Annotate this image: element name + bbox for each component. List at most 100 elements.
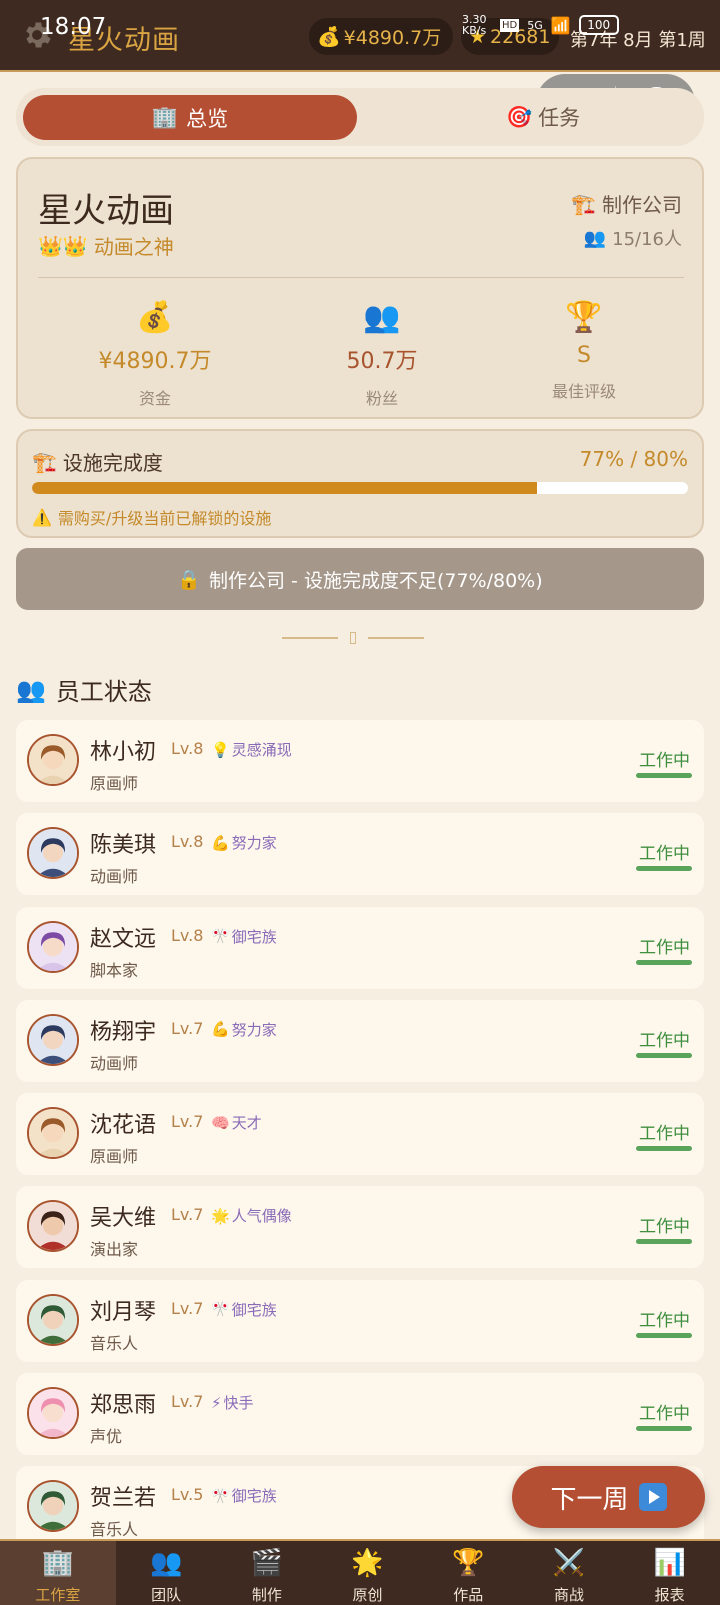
play-icon (638, 1483, 667, 1511)
nav-item-2[interactable]: 🎬 制作 (217, 1541, 318, 1605)
employee-row[interactable]: 吴大维 Lv.7 🌟 人气偶像 演出家 工作中 (16, 1186, 704, 1269)
employee-trait: ⚡ 快手 (211, 1392, 254, 1413)
employee-status-bar (636, 959, 692, 965)
employee-trait: 💪 努力家 (211, 1019, 277, 1040)
nav-item-3[interactable]: 🌟 原创 (317, 1541, 418, 1605)
employee-role: 动画师 (90, 867, 139, 887)
company-card: 星火动画 👑👑 动画之神 🏗️ 制作公司 👥 15/16人 💰 ¥4890.7万… (16, 157, 704, 419)
facility-percent: 77% / 80% (579, 447, 688, 471)
trait-icon: 🎌 (211, 1486, 230, 1505)
employee-trait: 💡 灵感涌现 (211, 739, 292, 760)
employee-name: 陈美琪 (90, 833, 157, 859)
nav-label: 原创 (352, 1586, 383, 1604)
employee-row[interactable]: 赵文远 Lv.8 🎌 御宅族 脚本家 工作中 (16, 906, 704, 989)
tab-tasks[interactable]: 🎯 任务 (506, 102, 580, 132)
employee-role: 原画师 (90, 1147, 139, 1167)
people-icon: 👥 (583, 227, 607, 249)
trait-label: 人气偶像 (231, 1207, 292, 1226)
employee-level: Lv.8 (171, 739, 204, 758)
trait-icon: ⚡ (211, 1393, 222, 1412)
trait-label: 御宅族 (231, 1487, 277, 1506)
employee-trait: 🎌 御宅族 (211, 1485, 277, 1506)
stat-fans-value: 50.7万 (346, 349, 418, 374)
people-icon: 👥 (16, 675, 46, 704)
nav-item-0[interactable]: 🏢 工作室 (0, 1541, 116, 1605)
employee-status: 工作中 (639, 1310, 690, 1331)
employee-avatar (27, 1293, 79, 1346)
company-type: 🏗️ 制作公司 (571, 189, 682, 218)
stat-best-rating: 🏆 S 最佳评级 (484, 297, 684, 402)
upgrade-locked-banner[interactable]: 🔒 制作公司 - 设施完成度不足(77%/80%) (16, 548, 704, 610)
employee-avatar (27, 1480, 79, 1533)
main-tabs: 🏢 总览 🎯 任务 (16, 88, 704, 146)
trait-label: 灵感涌现 (231, 741, 292, 759)
lock-icon: 🔒 (177, 568, 202, 591)
trait-icon: 💪 (211, 833, 230, 852)
employee-row[interactable]: 林小初 Lv.8 💡 灵感涌现 原画师 工作中 (16, 720, 704, 802)
employee-level: Lv.7 (171, 1112, 204, 1132)
facility-card: 🏗️ 设施完成度 77% / 80% ⚠️ 需购买/升级当前已解锁的设施 (16, 429, 704, 538)
employee-name: 沈花语 (90, 1113, 157, 1139)
company-title: 👑👑 动画之神 (38, 231, 174, 260)
trait-icon: 🌟 (211, 1206, 230, 1225)
stat-funds-value: ¥4890.7万 (98, 349, 212, 374)
tab-overview[interactable]: 🏢 总览 (23, 95, 357, 140)
trait-icon: 🎌 (211, 927, 230, 946)
nav-item-6[interactable]: 📊 报表 (619, 1541, 720, 1605)
signal-label: 5G (527, 18, 543, 32)
facility-title: 🏗️ 设施完成度 (32, 447, 163, 476)
trait-label: 努力家 (231, 1020, 277, 1039)
nav-item-4[interactable]: 🏆 作品 (418, 1541, 519, 1605)
employee-status: 工作中 (639, 1124, 690, 1145)
employee-row[interactable]: 刘月琴 Lv.7 🎌 御宅族 音乐人 工作中 (16, 1279, 704, 1362)
employee-trait: 💪 努力家 (211, 832, 277, 853)
staff-count-value: 15/16人 (612, 229, 682, 250)
employee-status-bar (636, 866, 692, 872)
employee-level: Lv.7 (171, 1298, 204, 1318)
trait-icon: 💡 (211, 740, 230, 759)
tab-tasks-label: 任务 (538, 106, 581, 130)
employee-name: 杨翔宇 (90, 1019, 157, 1045)
lock-banner-text: 制作公司 - 设施完成度不足(77%/80%) (209, 569, 543, 592)
nav-item-1[interactable]: 👥 团队 (116, 1541, 217, 1605)
stat-fans-label: 粉丝 (365, 389, 398, 408)
employee-level: Lv.7 (171, 1392, 204, 1412)
trait-label: 御宅族 (231, 1300, 277, 1319)
employee-name: 吴大维 (90, 1206, 157, 1232)
employee-role: 音乐人 (90, 1333, 139, 1353)
bottom-nav: 🏢 工作室 👥 团队 🎬 制作 🌟 原创 🏆 作品 ⚔️ 商战 📊 报表 (0, 1539, 720, 1605)
next-week-label: 下一周 (550, 1484, 629, 1515)
company-type-label: 制作公司 (602, 193, 682, 217)
next-week-button[interactable]: 下一周 (512, 1466, 705, 1528)
building-icon: 🏢 (151, 105, 179, 129)
employee-trait: 🎌 御宅族 (211, 1299, 277, 1320)
employee-status-bar (636, 1332, 692, 1338)
trait-icon: 🧠 (211, 1113, 230, 1132)
employee-name: 贺兰若 (90, 1486, 157, 1512)
employee-row[interactable]: 杨翔宇 Lv.7 💪 努力家 动画师 工作中 (16, 999, 704, 1082)
employee-row[interactable]: 沈花语 Lv.7 🧠 天才 原画师 工作中 (16, 1093, 704, 1176)
hd-icon: HD (500, 18, 520, 32)
nav-item-5[interactable]: ⚔️ 商战 (519, 1541, 620, 1605)
employee-trait: 🧠 天才 (211, 1112, 262, 1133)
stat-funds: 💰 ¥4890.7万 资金 (55, 297, 255, 409)
employee-status-bar (636, 1239, 692, 1245)
employee-row[interactable]: 陈美琪 Lv.8 💪 努力家 动画师 工作中 (16, 813, 704, 896)
swords-icon: ⚔️ (552, 1547, 586, 1578)
card-divider (38, 277, 684, 278)
tab-overview-label: 总览 (186, 106, 229, 131)
employee-status: 工作中 (639, 937, 690, 958)
facility-warning-text: 需购买/升级当前已解锁的设施 (57, 509, 272, 528)
employee-row[interactable]: 郑思雨 Lv.7 ⚡ 快手 声优 工作中 (16, 1373, 704, 1456)
employee-status: 工作中 (639, 1217, 690, 1238)
employee-status: 工作中 (639, 844, 690, 865)
facility-title-label: 设施完成度 (62, 451, 163, 475)
employee-status: 工作中 (639, 751, 690, 771)
sparkle-icon: 🌟 (351, 1547, 384, 1578)
warning-icon: ⚠️ (32, 507, 52, 527)
building-icon: 🏢 (41, 1547, 75, 1578)
facility-progress-bar (32, 482, 688, 494)
employee-name: 赵文远 (90, 926, 157, 952)
employee-level: Lv.7 (171, 1018, 204, 1038)
employee-avatar (27, 1107, 79, 1160)
